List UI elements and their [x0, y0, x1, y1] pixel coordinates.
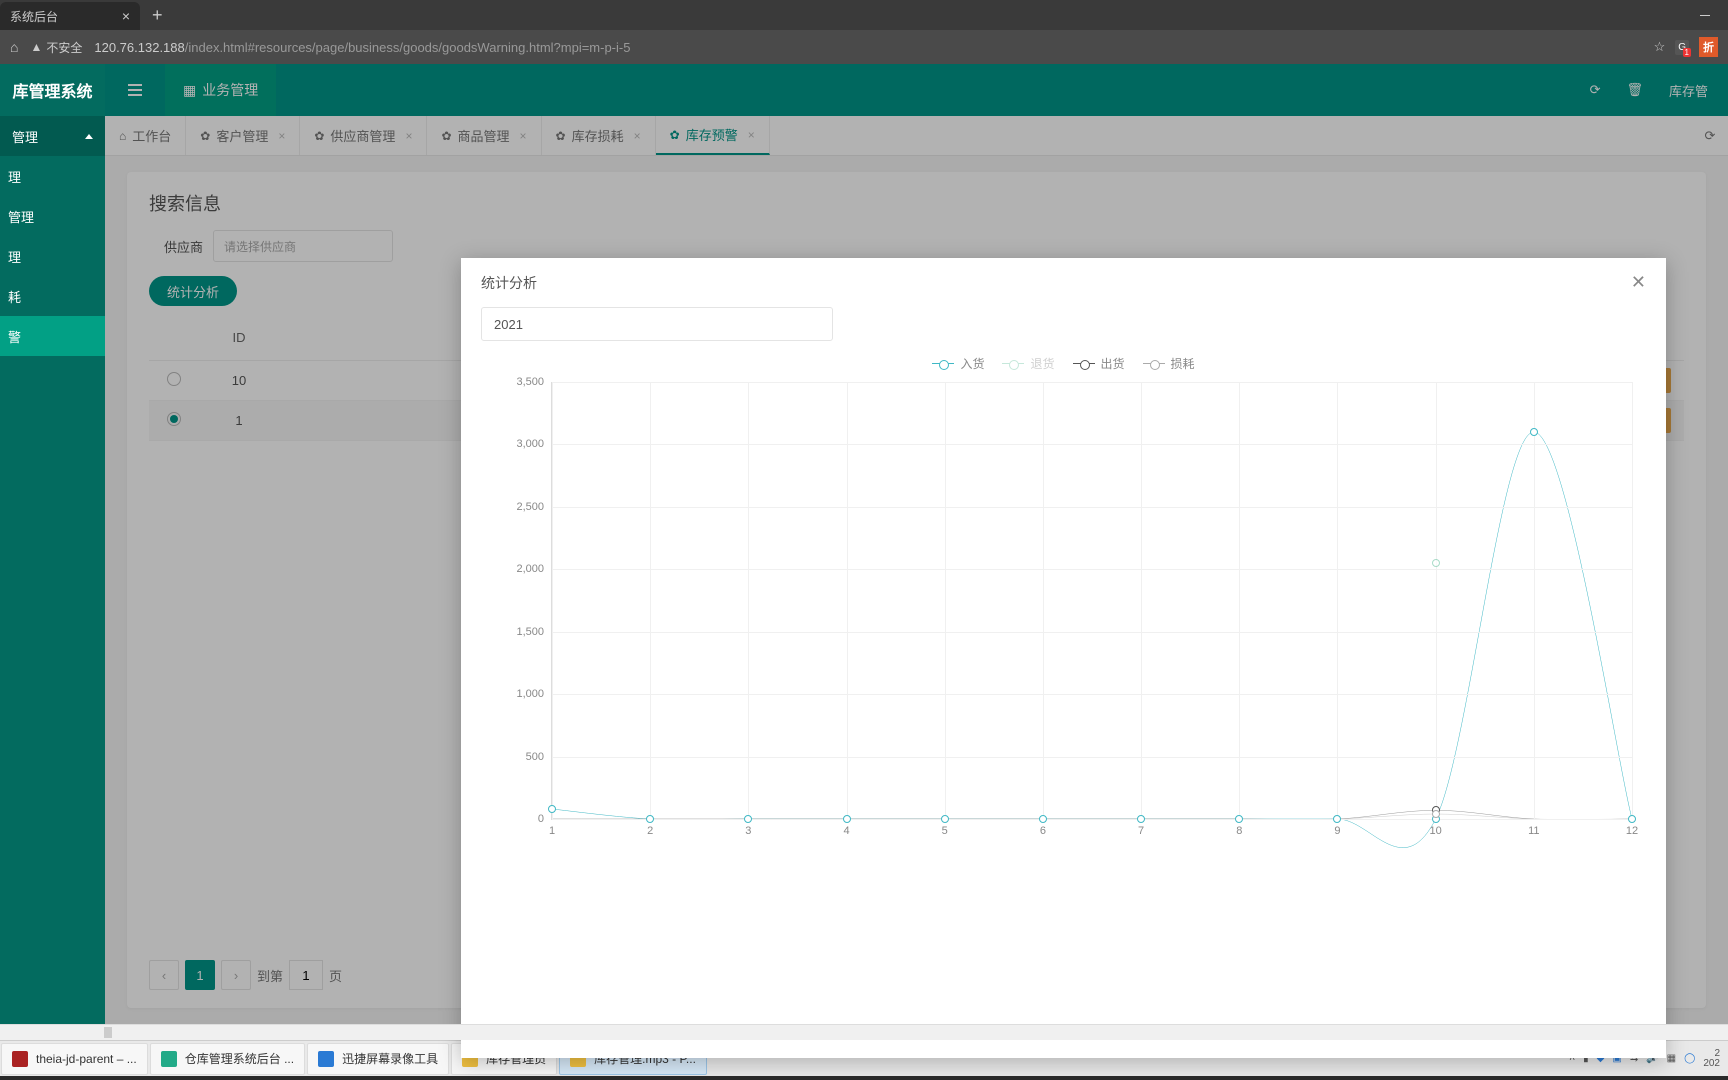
address-bar[interactable]: 120.76.132.188/index.html#resources/page… [94, 40, 1641, 55]
window-minimize-button[interactable] [1682, 0, 1728, 30]
y-tick-label: 2,500 [516, 501, 544, 513]
app-icon [12, 1051, 28, 1067]
legend-marker-icon [1143, 363, 1165, 364]
x-tick-label: 12 [1626, 825, 1638, 837]
sidebar-item[interactable]: 警 [0, 316, 105, 356]
taskbar-item[interactable]: theia-jd-parent – ... [1, 1043, 148, 1075]
close-icon[interactable]: ✕ [1631, 272, 1646, 293]
insecure-badge[interactable]: ▲ 不安全 [30, 39, 82, 56]
legend-item[interactable]: 损耗 [1143, 355, 1195, 372]
legend-item[interactable]: 出货 [1073, 355, 1125, 372]
chart-point[interactable] [1333, 815, 1341, 823]
modal-title: 统计分析 [481, 273, 537, 293]
y-tick-label: 3,000 [516, 438, 544, 450]
chart-point[interactable] [941, 815, 949, 823]
x-tick-label: 5 [942, 825, 948, 837]
sidebar-item[interactable]: 理 [0, 236, 105, 276]
x-tick-label: 10 [1430, 825, 1442, 837]
x-tick-label: 4 [843, 825, 849, 837]
chart-point[interactable] [1137, 815, 1145, 823]
browser-tab-title: 系统后台 [10, 8, 58, 25]
x-tick-label: 7 [1138, 825, 1144, 837]
legend-marker-icon [932, 363, 954, 364]
chart-point[interactable] [1039, 815, 1047, 823]
y-tick-label: 500 [526, 751, 544, 763]
chart-point[interactable] [1432, 810, 1440, 818]
chevron-up-icon [85, 134, 93, 139]
x-tick-label: 11 [1528, 825, 1539, 837]
chart-point[interactable] [1432, 559, 1440, 567]
chart-point[interactable] [1235, 815, 1243, 823]
horizontal-scrollbar[interactable] [0, 1024, 1728, 1040]
new-tab-button[interactable]: + [140, 5, 175, 26]
chart-point[interactable] [744, 815, 752, 823]
taskbar-item[interactable]: 仓库管理系统后台 ... [150, 1043, 305, 1075]
chart-point[interactable] [1530, 428, 1538, 436]
sidebar-item[interactable]: 管理 [0, 196, 105, 236]
chart-point[interactable] [1628, 815, 1636, 823]
extension-translate-icon[interactable]: G [1675, 40, 1689, 55]
tray-clock: 2 [1703, 1049, 1720, 1059]
home-icon[interactable]: ⌂ [10, 39, 18, 55]
y-tick-label: 2,000 [516, 563, 544, 575]
x-tick-label: 6 [1040, 825, 1046, 837]
sidebar: 库管理系统 管理 理 管理 理 耗 警 [0, 64, 105, 1024]
taskbar-item[interactable]: 迅捷屏幕录像工具 [307, 1043, 449, 1075]
tray-date: 202 [1703, 1059, 1720, 1069]
x-tick-label: 2 [647, 825, 653, 837]
analysis-modal: 统计分析 ✕ 2021 入货 退货 出货 损耗 0 500 1,000 1,500 2,000… [461, 258, 1666, 1058]
legend-item[interactable]: 入货 [932, 355, 984, 372]
x-tick-label: 9 [1334, 825, 1340, 837]
legend-marker-icon [1002, 363, 1024, 364]
x-tick-label: 1 [549, 825, 555, 837]
y-tick-label: 1,500 [516, 626, 544, 638]
app-icon [318, 1051, 334, 1067]
bookmark-star-icon[interactable]: ☆ [1654, 39, 1666, 55]
y-tick-label: 1,000 [516, 688, 544, 700]
close-icon[interactable]: × [122, 8, 130, 24]
app-logo: 库管理系统 [0, 64, 105, 116]
chart-point[interactable] [843, 815, 851, 823]
chart-point[interactable] [548, 805, 556, 813]
sidebar-item[interactable]: 耗 [0, 276, 105, 316]
y-tick-label: 3,500 [516, 376, 544, 388]
chart-point[interactable] [646, 815, 654, 823]
legend-item[interactable]: 退货 [1002, 355, 1054, 372]
sidebar-item[interactable]: 理 [0, 156, 105, 196]
browser-tab[interactable]: 系统后台 × [0, 2, 140, 30]
tray-app2-icon[interactable]: ◯ [1684, 1053, 1695, 1064]
year-select[interactable]: 2021 [481, 307, 833, 341]
x-tick-label: 8 [1236, 825, 1242, 837]
extension-discount-icon[interactable]: 折 [1699, 37, 1718, 57]
tray-ime-icon[interactable]: ▦ [1667, 1053, 1676, 1064]
y-tick-label: 0 [538, 813, 544, 825]
x-tick-label: 3 [745, 825, 751, 837]
app-icon [161, 1051, 177, 1067]
sidebar-group[interactable]: 管理 [0, 116, 105, 156]
legend-marker-icon [1073, 363, 1095, 364]
